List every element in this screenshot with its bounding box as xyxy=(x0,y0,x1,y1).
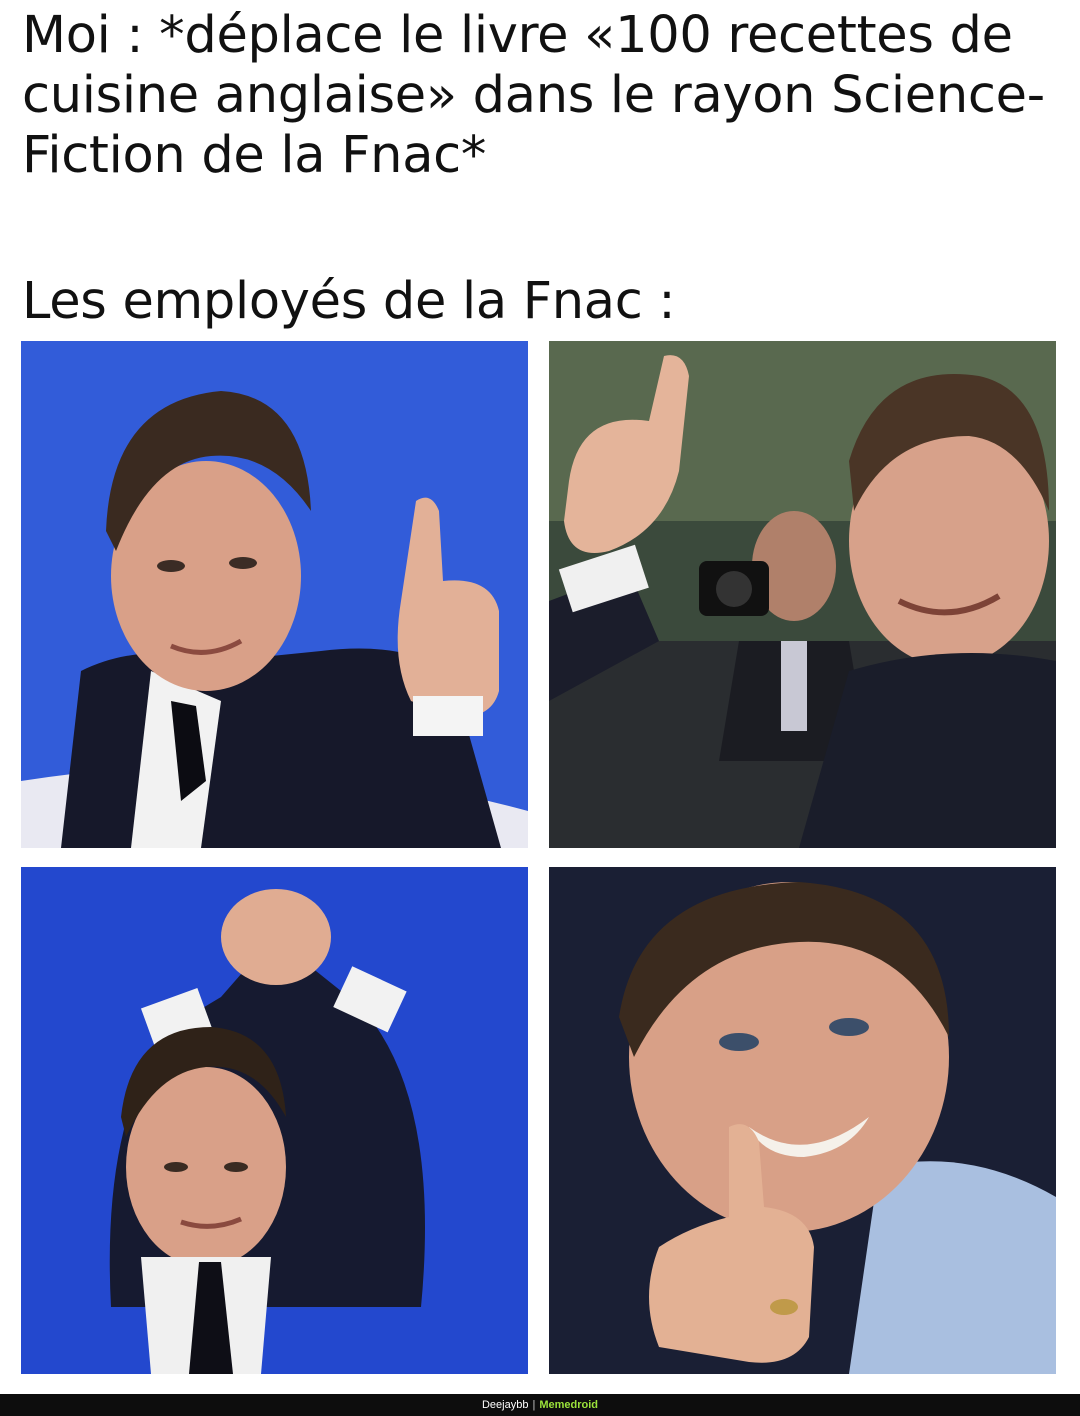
photo-grin-thumbs-up xyxy=(549,867,1056,1374)
watermark-site: Memedroid xyxy=(539,1399,599,1411)
caption-bottom: Les employés de la Fnac : xyxy=(22,272,676,331)
photo-illustration xyxy=(21,341,528,848)
photo-hands-clasped xyxy=(21,867,528,1374)
photo-thumbs-up-crowd xyxy=(549,341,1056,848)
photo-illustration xyxy=(21,867,528,1374)
photo-illustration xyxy=(549,867,1056,1374)
watermark-author: Deejaybb xyxy=(481,1399,529,1411)
photo-illustration xyxy=(549,341,1056,848)
watermark-footer: Deejaybb | Memedroid xyxy=(0,1394,1080,1416)
photo-thumbs-up-blue xyxy=(21,341,528,848)
caption-top: Moi : *déplace le livre «100 recettes de… xyxy=(22,6,1045,185)
watermark-separator: | xyxy=(532,1399,536,1411)
